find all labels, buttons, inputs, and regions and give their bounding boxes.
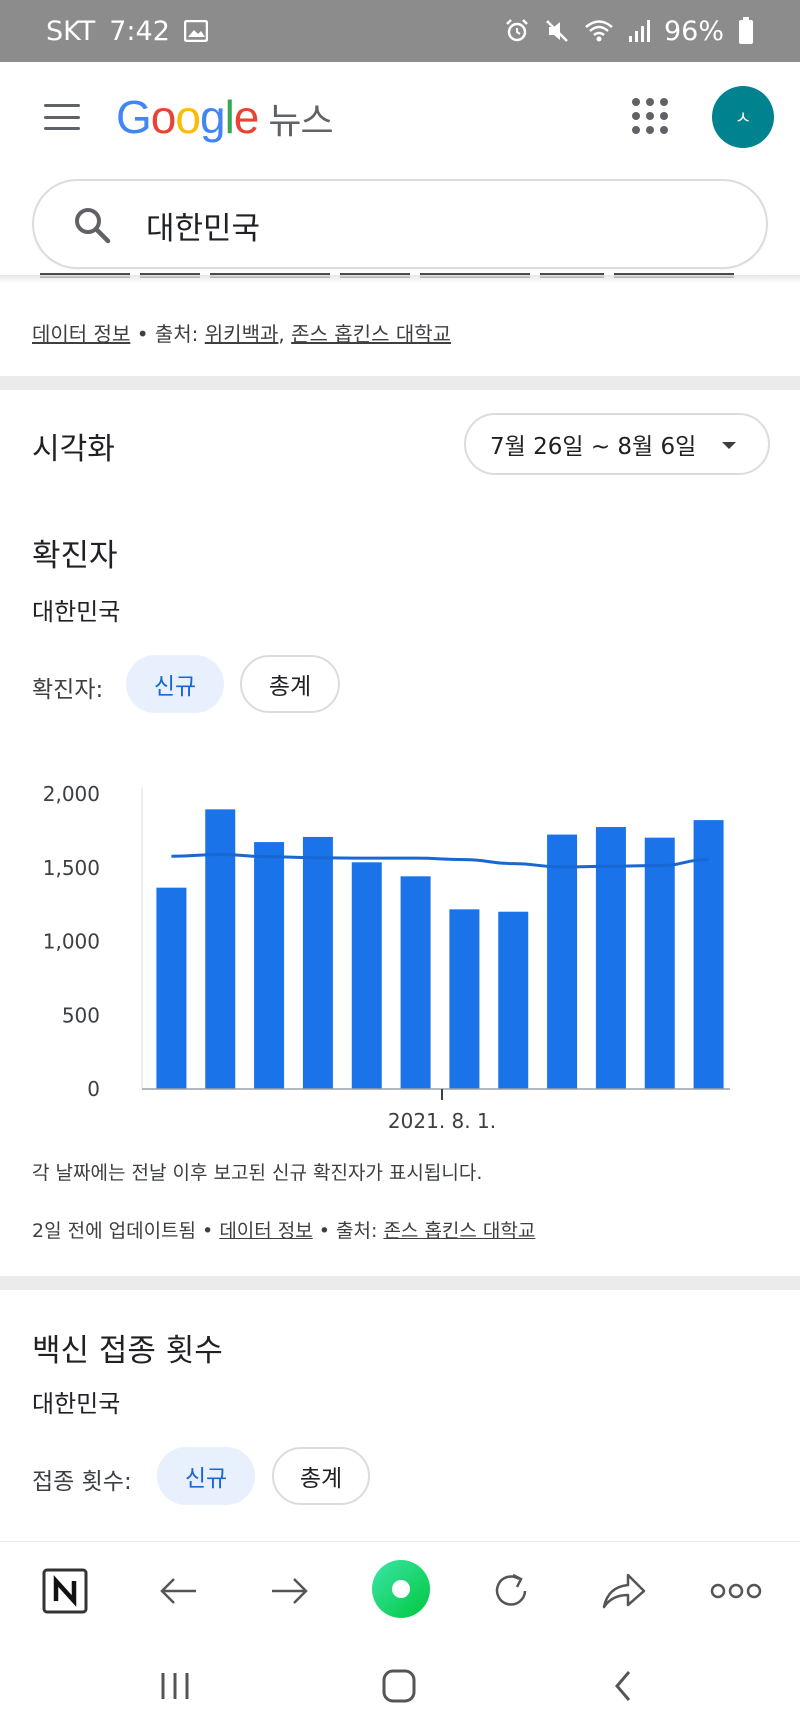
- refresh-icon[interactable]: [486, 1566, 536, 1616]
- chart-bar[interactable]: [547, 834, 578, 1089]
- naver-n-icon[interactable]: [40, 1566, 90, 1616]
- chart-bar[interactable]: [302, 836, 333, 1089]
- gallery-icon: [183, 20, 208, 42]
- data-info-link[interactable]: 데이터 정보: [219, 1220, 312, 1242]
- separator: •: [196, 1220, 220, 1242]
- logo-letter: l: [224, 91, 235, 143]
- confirmed-meta: 2일 전에 업데이트됨 • 데이터 정보 • 출처: 존스 홉킨스 대학교: [32, 1216, 535, 1243]
- logo-letter: e: [233, 91, 260, 143]
- wifi-icon: [585, 20, 613, 42]
- y-tick-label: 0: [87, 1077, 100, 1101]
- dropdown-caret-icon: [722, 442, 736, 449]
- chart-bar[interactable]: [644, 837, 675, 1089]
- logo-letter: g: [199, 91, 226, 143]
- confirmed-title: 확진자: [32, 538, 118, 574]
- x-tick-label: 2021. 8. 1.: [388, 1109, 496, 1133]
- data-info-link[interactable]: 데이터 정보: [32, 322, 130, 346]
- recent-apps-icon[interactable]: [150, 1661, 200, 1711]
- y-tick-label: 500: [62, 1003, 100, 1027]
- search-bar[interactable]: [32, 179, 768, 269]
- section-divider: [0, 376, 800, 390]
- header-shadow: [0, 275, 800, 283]
- battery-percent: 96%: [663, 15, 724, 47]
- y-tick-label: 2,000: [43, 782, 100, 806]
- browser-toolbar: [0, 1541, 800, 1639]
- home-icon[interactable]: [374, 1661, 424, 1711]
- logo-letter: o: [175, 91, 201, 143]
- chart-bar[interactable]: [254, 842, 285, 1089]
- chart-bar[interactable]: [449, 909, 480, 1089]
- confirmed-chip-label: 확진자:: [32, 677, 104, 703]
- chip-total[interactable]: 총계: [272, 1447, 370, 1505]
- chip-total[interactable]: 총계: [240, 655, 340, 713]
- carrier-label: SKT: [46, 15, 96, 47]
- app-name: 뉴스: [268, 101, 333, 142]
- avatar-initial: ㅅ: [734, 108, 752, 129]
- jhu-link[interactable]: 존스 홉킨스 대학교: [383, 1220, 535, 1242]
- mute-icon: [546, 20, 568, 42]
- confirmed-chart: 2,000 1,500 1,000 500 0 2021. 8. 1.: [43, 782, 730, 1133]
- visualization-title: 시각화: [32, 432, 115, 467]
- more-icon[interactable]: [708, 1566, 764, 1616]
- chart-bar[interactable]: [156, 887, 187, 1089]
- vaccine-title: 백신 접종 횟수: [32, 1333, 223, 1369]
- source-prefix: • 출처:: [312, 1220, 384, 1242]
- logo-letter: o: [150, 91, 177, 143]
- google-news-logo[interactable]: Google 뉴스: [116, 90, 334, 144]
- vaccine-chip-label: 접종 횟수:: [32, 1469, 132, 1495]
- updated-text: 2일 전에 업데이트됨: [32, 1220, 197, 1242]
- date-range-dropdown[interactable]: 7월 26일 ~ 8월 6일: [464, 413, 770, 475]
- search-input[interactable]: [146, 199, 726, 251]
- search-icon: [75, 208, 111, 244]
- clock: 7:42: [109, 15, 170, 47]
- alarm-icon: [506, 19, 528, 42]
- chip-new[interactable]: 신규: [126, 655, 224, 713]
- source-prefix: • 출처:: [130, 322, 205, 346]
- y-tick-label: 1,500: [43, 856, 100, 880]
- battery-icon: [739, 17, 753, 44]
- forward-arrow-icon[interactable]: [265, 1566, 315, 1616]
- chart-bar[interactable]: [205, 809, 236, 1089]
- share-icon[interactable]: [598, 1566, 648, 1616]
- vaccine-region: 대한민국: [32, 1390, 121, 1418]
- section-divider: [0, 1276, 800, 1290]
- back-icon[interactable]: [598, 1661, 648, 1711]
- status-bar: SKT 7:42 96%: [0, 0, 800, 62]
- jhu-link[interactable]: 존스 홉킨스 대학교: [291, 322, 451, 346]
- menu-icon[interactable]: [44, 104, 80, 130]
- wikipedia-link[interactable]: 위키백과: [205, 322, 279, 346]
- chart-bar[interactable]: [400, 876, 431, 1089]
- logo-letter: G: [116, 91, 152, 143]
- app-header: Google 뉴스 ㅅ: [0, 62, 800, 172]
- back-arrow-icon[interactable]: [153, 1566, 203, 1616]
- date-range-label: 7월 26일 ~ 8월 6일: [490, 434, 697, 460]
- separator: ,: [278, 322, 292, 346]
- apps-grid-icon[interactable]: [632, 98, 668, 134]
- chart-bar[interactable]: [351, 862, 382, 1089]
- chart-bar[interactable]: [498, 911, 529, 1089]
- chart-caption: 각 날짜에는 전날 이후 보고된 신규 확진자가 표시됩니다.: [32, 1162, 483, 1184]
- green-circle-icon[interactable]: [370, 1558, 432, 1620]
- chip-new[interactable]: 신규: [157, 1447, 255, 1505]
- system-nav-bar: [0, 1639, 800, 1733]
- signal-icon: [628, 20, 650, 42]
- confirmed-region: 대한민국: [32, 598, 121, 626]
- avatar[interactable]: ㅅ: [712, 86, 774, 148]
- y-tick-label: 1,000: [43, 930, 100, 954]
- trend-line: [171, 852, 709, 869]
- previous-card-source: 데이터 정보 • 출처: 위키백과, 존스 홉킨스 대학교: [32, 318, 451, 347]
